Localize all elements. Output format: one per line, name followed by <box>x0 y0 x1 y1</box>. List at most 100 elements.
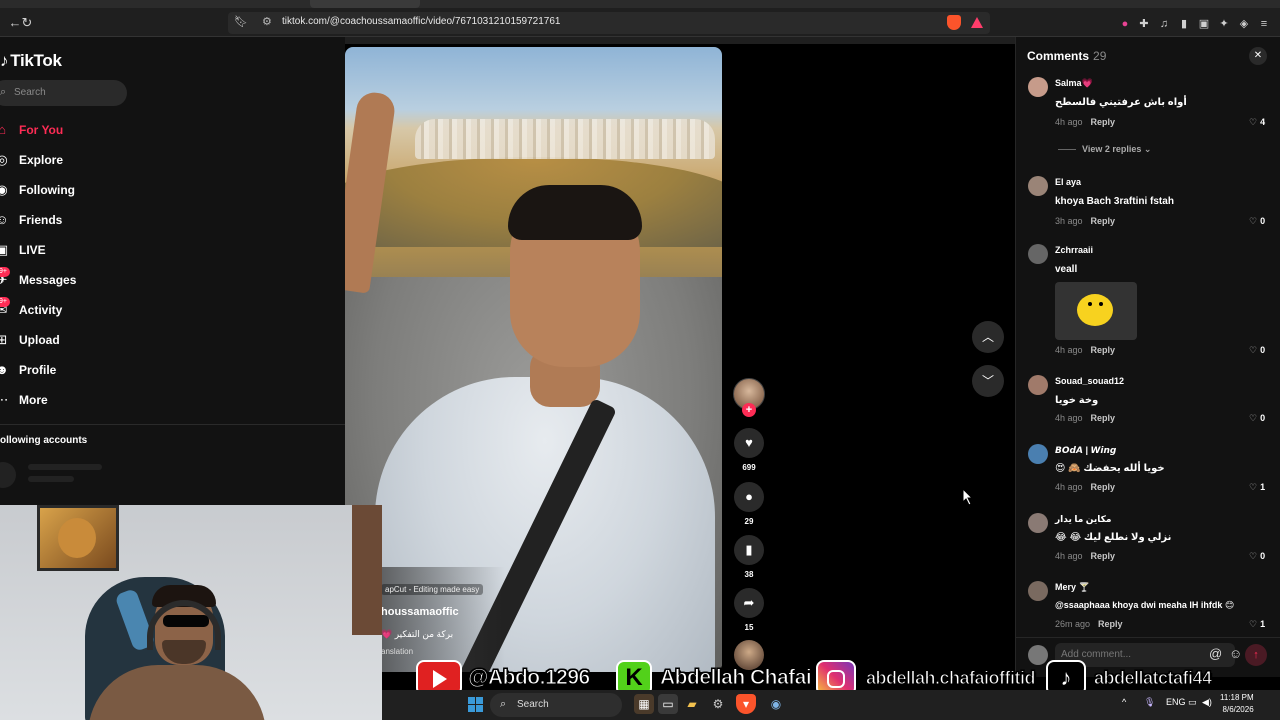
task-view-icon[interactable]: ▭ <box>658 694 678 714</box>
active-tab[interactable] <box>310 0 420 8</box>
reply-button[interactable]: Reply <box>1091 216 1116 226</box>
reply-button[interactable]: Reply <box>1091 413 1116 423</box>
sidebar-toggle-icon[interactable]: ▮ <box>1177 17 1191 31</box>
video-actions: + ♥ 699 ● 29 ▮ 38 ➦ 15 <box>733 378 767 678</box>
capcut-tag[interactable]: apCut - Editing made easy <box>381 584 484 595</box>
avatar[interactable] <box>1028 444 1048 464</box>
language-indicator[interactable]: ENG <box>1166 697 1186 707</box>
menu-icon[interactable]: ≡ <box>1257 17 1271 31</box>
comment-author[interactable]: El aya <box>1055 177 1081 187</box>
comment-like-button[interactable]: ♡ 4 <box>1249 117 1265 128</box>
comment-button[interactable]: ● 29 <box>733 482 765 526</box>
reply-button[interactable]: Reply <box>1091 482 1116 492</box>
share-button[interactable]: ➦ 15 <box>733 588 765 632</box>
like-count: 0 <box>1260 216 1266 226</box>
live-icon: ▣ <box>0 242 9 257</box>
reply-button[interactable]: Reply <box>1091 117 1116 127</box>
taskbar-app-icon[interactable]: ▦ <box>634 694 654 714</box>
reload-icon[interactable]: ↻ <box>17 13 37 33</box>
nav-activity[interactable]: ✉ 9+ Activity <box>0 297 140 322</box>
extension-icon[interactable]: ● <box>1118 17 1132 31</box>
avatar[interactable] <box>1028 581 1048 601</box>
nav-more[interactable]: ⋯ More <box>0 390 140 412</box>
brave-rewards-icon[interactable] <box>971 17 983 28</box>
nav-friends[interactable]: ☺ Friends <box>0 210 140 232</box>
reply-button[interactable]: Reply <box>1091 345 1116 355</box>
next-video-button[interactable]: ﹀ <box>972 365 1004 397</box>
like-count: 699 <box>742 463 756 472</box>
microphone-icon[interactable]: 🎙︎ <box>1144 697 1155 708</box>
tiktok-logo[interactable]: ♪ TikTok <box>0 51 62 71</box>
upload-icon: ⊞ <box>0 332 8 347</box>
puzzle-icon[interactable]: ✚ <box>1137 17 1151 31</box>
network-icon[interactable]: ▭ <box>1188 697 1197 708</box>
search-icon: ⌕ <box>0 86 7 98</box>
reply-button[interactable]: Reply <box>1091 551 1116 561</box>
comment-like-button[interactable]: ♡ 1 <box>1249 619 1265 630</box>
leo-ai-icon[interactable]: ✦ <box>1217 17 1231 31</box>
wallet-icon[interactable]: ▣ <box>1197 17 1211 31</box>
video-player[interactable]: apCut - Editing made easy houssamaoffic … <box>345 47 722 672</box>
address-bar[interactable]: 🔖︎ ⚙︎ tiktok.com/@coachoussamaoffic/vide… <box>228 12 990 34</box>
comment-author[interactable]: Zchrraaii <box>1055 245 1093 255</box>
avatar[interactable] <box>1028 244 1048 264</box>
avatar[interactable] <box>1028 176 1048 196</box>
comment-time: 4h ago <box>1055 117 1083 127</box>
avatar[interactable] <box>1028 375 1048 395</box>
like-count: 4 <box>1260 117 1266 127</box>
comment-author[interactable]: Mery 🍸 <box>1055 582 1090 593</box>
view-replies-button[interactable]: View 2 replies ⌄ <box>1058 144 1151 155</box>
save-button[interactable]: ▮ 38 <box>733 535 765 579</box>
taskbar-clock[interactable]: 11:18 PM 8/6/2026 <box>1220 692 1254 716</box>
see-translation-link[interactable]: anslation <box>381 647 413 656</box>
nav-profile[interactable]: ☻ Profile <box>0 360 140 382</box>
video-author[interactable]: houssamaoffic <box>381 606 459 618</box>
comment-text: نزلي ولا نطلع ليك 😂 😂 <box>1055 532 1172 543</box>
nav-for-you[interactable]: ⌂ For You <box>0 120 140 142</box>
comment-author[interactable]: Salma💗 <box>1055 78 1093 89</box>
nav-messages[interactable]: ✈ 9+ Messages <box>0 267 140 292</box>
steam-icon[interactable]: ◉ <box>766 694 786 714</box>
brave-shield-icon[interactable] <box>947 15 961 30</box>
chevron-up-icon[interactable]: ^ <box>1122 697 1126 707</box>
comment-author[interactable]: مكاين ما يدار <box>1055 514 1111 525</box>
comment-like-button[interactable]: ♡ 0 <box>1249 216 1265 227</box>
site-settings-icon[interactable]: ⚙︎ <box>262 15 272 28</box>
more-icon: ⋯ <box>0 392 9 407</box>
logo-quad <box>476 705 483 712</box>
volume-icon[interactable]: ◀︎) <box>1202 697 1212 708</box>
instagram-handle: abdellah.chafaioffitid <box>865 668 1036 689</box>
avatar[interactable] <box>1028 513 1048 533</box>
comment-sticker-image[interactable] <box>1055 282 1137 340</box>
windows-start-icon[interactable] <box>468 697 484 713</box>
comment-like-button[interactable]: ♡ 0 <box>1249 413 1265 424</box>
reply-button[interactable]: Reply <box>1098 619 1123 629</box>
video-caption: بركة من التفكير 💗 <box>381 629 454 639</box>
chevron-up-icon: ︿ <box>981 330 994 344</box>
home-icon: ⌂ <box>0 122 6 137</box>
bookmark-icon[interactable]: 🔖︎ <box>234 15 248 28</box>
vpn-icon[interactable]: ◈ <box>1237 17 1251 31</box>
nav-following[interactable]: ◉ Following <box>0 180 140 202</box>
nav-explore[interactable]: ◎ Explore <box>0 150 140 172</box>
follow-plus-icon[interactable]: + <box>742 403 756 417</box>
comment-like-button[interactable]: ♡ 0 <box>1249 551 1265 562</box>
previous-video-button[interactable]: ︿ <box>972 321 1004 353</box>
brave-browser-icon[interactable]: ▾ <box>736 694 756 714</box>
comment-like-button[interactable]: ♡ 1 <box>1249 482 1265 493</box>
door-frame <box>352 505 382 635</box>
taskbar-search[interactable]: ⌕ Search <box>490 693 622 717</box>
like-button[interactable]: ♥ 699 <box>733 428 765 472</box>
avatar[interactable] <box>1028 77 1048 97</box>
file-explorer-icon[interactable]: ▰ <box>682 694 702 714</box>
comment-author[interactable]: Souad_souad12 <box>1055 376 1124 386</box>
close-icon[interactable]: ✕ <box>1249 47 1267 65</box>
comment-like-button[interactable]: ♡ 0 <box>1249 345 1265 356</box>
settings-icon[interactable]: ⚙ <box>708 694 728 714</box>
url-text[interactable]: tiktok.com/@coachoussamaoffic/video/7671… <box>282 16 561 27</box>
nav-upload[interactable]: ⊞ Upload <box>0 330 140 352</box>
search-input[interactable]: ⌕ Search <box>0 80 127 106</box>
nav-live[interactable]: ▣ LIVE <box>0 240 140 262</box>
comment-author[interactable]: 𝘽𝙊𝙙𝘼 | 𝙒𝙞𝙣𝙜 <box>1055 445 1116 456</box>
music-icon[interactable]: ♫ <box>1157 17 1171 31</box>
